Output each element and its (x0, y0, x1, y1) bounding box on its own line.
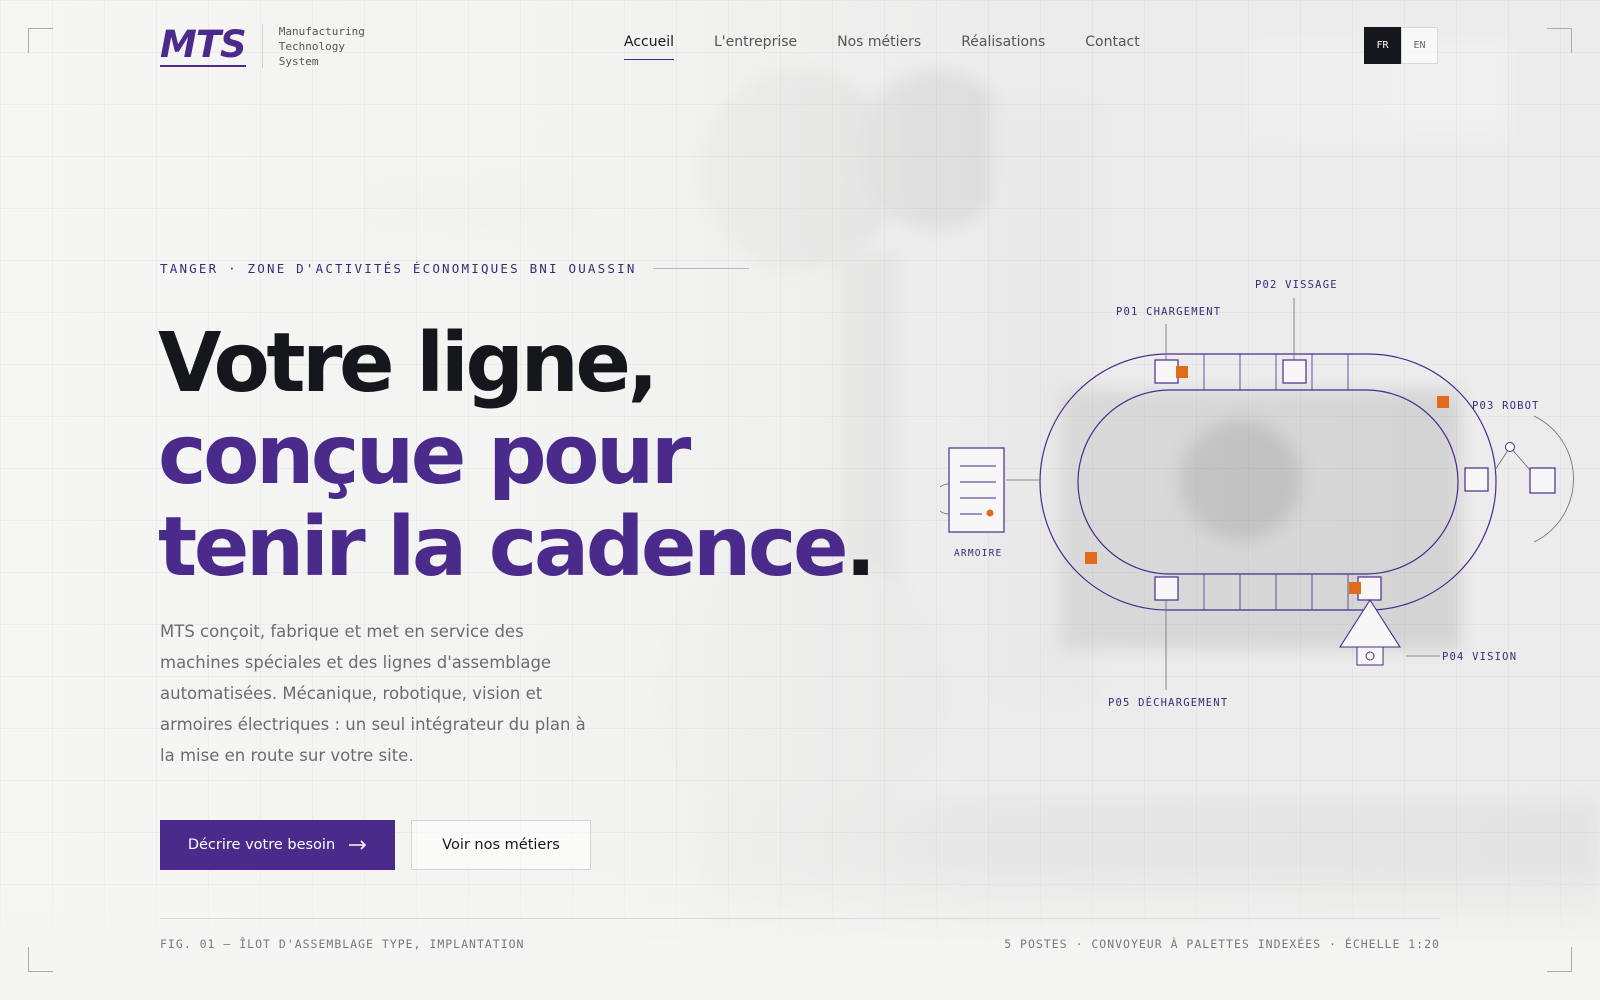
station-p03-box-a (1464, 467, 1489, 492)
cabinet-cable (940, 483, 950, 515)
logo[interactable]: MTS (160, 26, 247, 67)
brand[interactable]: MTS Manufacturing Technology System (160, 24, 365, 68)
hero-title-line-2: conçue pour (158, 408, 691, 503)
label-p03: P03 ROBOT (1472, 400, 1540, 412)
tagline-line: Technology (278, 39, 345, 53)
describe-need-label: Décrire votre besoin (187, 837, 336, 853)
corner-mark (1547, 28, 1572, 53)
station-p02-box (1282, 359, 1307, 384)
marker-p01 (1176, 366, 1188, 378)
label-p05: P05 DÉCHARGEMENT (1108, 696, 1228, 709)
hero-title-line-3-text: tenir la cadence (158, 500, 849, 595)
assembly-cell-diagram: P01 CHARGEMENT P02 VISSAGE P03 ROBOT P04… (940, 279, 1574, 709)
label-cabinet: ARMOIRE (954, 548, 1002, 559)
eyebrow-text: TANGER · ZONE D'ACTIVITÉS ÉCONOMIQUES BN… (160, 261, 637, 276)
station-p03-box-b (1529, 467, 1556, 494)
eyebrow-rule (652, 268, 749, 269)
marker-armoire (1085, 552, 1097, 564)
main-nav: Accueil L'entreprise Nos métiers Réalisa… (624, 34, 1140, 60)
hero-title-dot: . (845, 500, 876, 595)
lang-en-button[interactable]: EN (1401, 27, 1438, 64)
footer-divider (160, 918, 1440, 919)
nav-item-entreprise[interactable]: L'entreprise (714, 34, 797, 60)
corner-mark (28, 947, 53, 972)
cabinet-box (948, 447, 1005, 533)
hero-title: Votre ligne, conçue pour tenir la cadenc… (158, 316, 876, 595)
location-eyebrow: TANGER · ZONE D'ACTIVITÉS ÉCONOMIQUES BN… (160, 261, 749, 276)
figure-caption: FIG. 01 — ÎLOT D'ASSEMBLAGE TYPE, IMPLAN… (160, 937, 525, 951)
describe-need-button[interactable]: Décrire votre besoin (160, 820, 395, 870)
label-p02: P02 VISSAGE (1255, 279, 1338, 291)
nav-item-metiers[interactable]: Nos métiers (837, 34, 921, 60)
arrow-right-icon (349, 840, 367, 850)
station-p05-box (1154, 576, 1179, 601)
tagline-line: Manufacturing (278, 24, 365, 38)
see-trades-button[interactable]: Voir nos métiers (411, 820, 591, 870)
label-p04: P04 VISION (1442, 651, 1517, 663)
cabinet-indicator (986, 509, 994, 517)
label-p01: P01 CHARGEMENT (1116, 306, 1221, 318)
lang-fr-button[interactable]: FR (1364, 27, 1401, 64)
vision-camera-box (1356, 646, 1384, 666)
logo-divider (261, 24, 263, 68)
see-trades-label: Voir nos métiers (442, 837, 560, 853)
marker-p03 (1437, 396, 1449, 408)
nav-item-realisations[interactable]: Réalisations (961, 34, 1045, 60)
brand-tagline: Manufacturing Technology System (279, 24, 365, 69)
hero-title-line-3: tenir la cadence. (158, 500, 876, 595)
nav-item-contact[interactable]: Contact (1085, 34, 1139, 60)
station-p04-box (1357, 576, 1382, 601)
conveyor-inner-loop (1077, 389, 1459, 575)
vision-camera-cone (1338, 598, 1402, 648)
hero-lead: MTS conçoit, fabrique et met en service … (160, 622, 586, 765)
language-switcher: FR EN (1364, 27, 1438, 64)
hero-title-line-1: Votre ligne, (158, 316, 659, 411)
robot-joint (1505, 442, 1515, 452)
corner-mark (1547, 947, 1572, 972)
station-p01-box (1154, 359, 1179, 384)
marker-p04 (1349, 582, 1361, 594)
corner-mark (28, 28, 53, 53)
nav-item-accueil[interactable]: Accueil (624, 34, 674, 60)
figure-specs: 5 POSTES · CONVOYEUR À PALETTES INDEXÉES… (1004, 937, 1440, 951)
tagline-line: System (278, 54, 319, 68)
leader-lines (1006, 298, 1531, 690)
conveyor-outer-loop (1039, 353, 1497, 611)
conveyor-dividers (1203, 354, 1349, 610)
